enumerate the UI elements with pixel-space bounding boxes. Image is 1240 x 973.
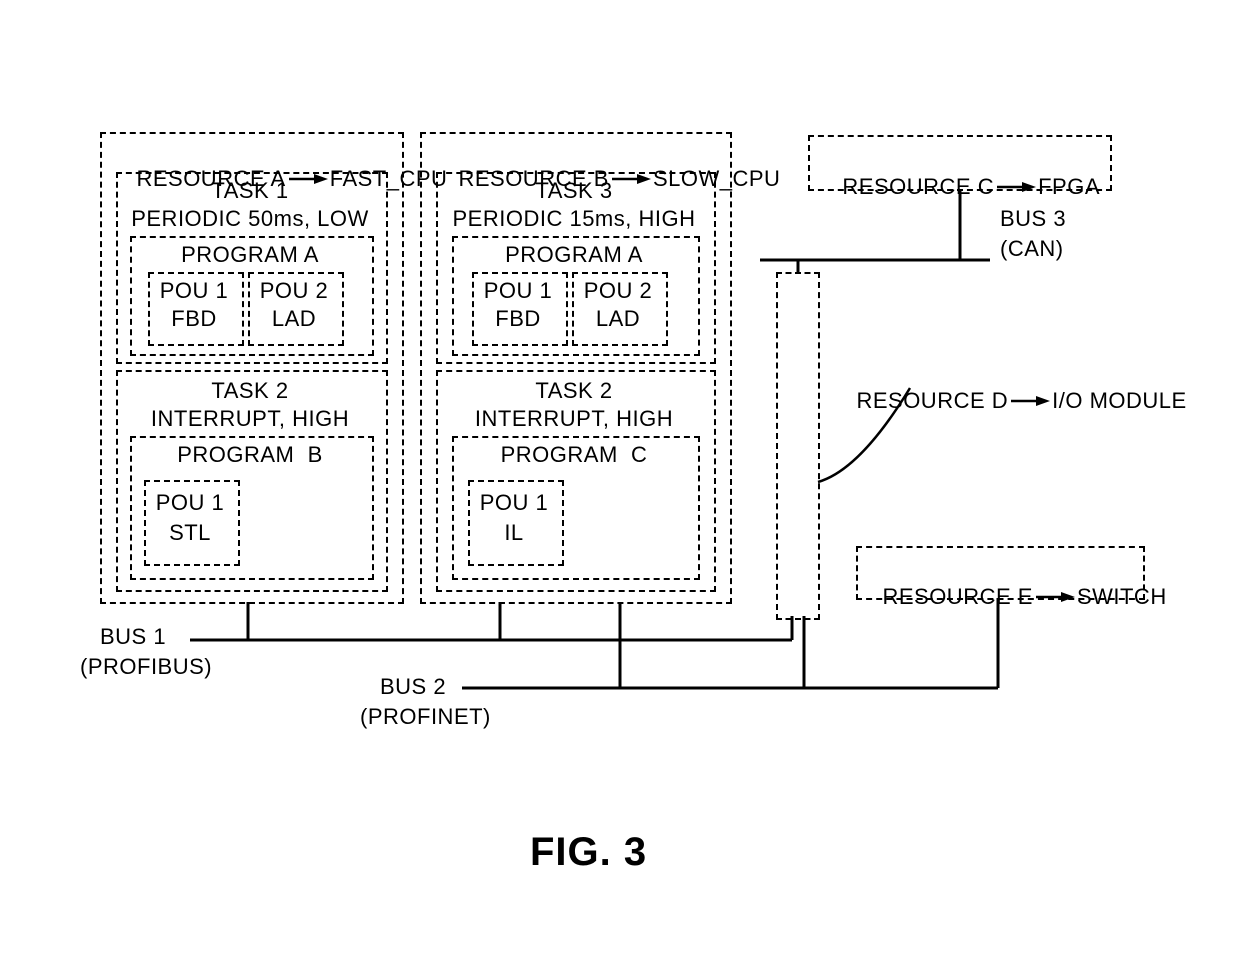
bus2-l1: BUS 2 <box>380 674 500 700</box>
bus1-line <box>0 0 1240 973</box>
bus2-l2: (PROFINET) <box>360 704 520 730</box>
figure-caption: FIG. 3 <box>530 830 647 875</box>
bus1-l2: (PROFIBUS) <box>80 654 240 680</box>
bus1-l1: BUS 1 <box>100 624 220 650</box>
